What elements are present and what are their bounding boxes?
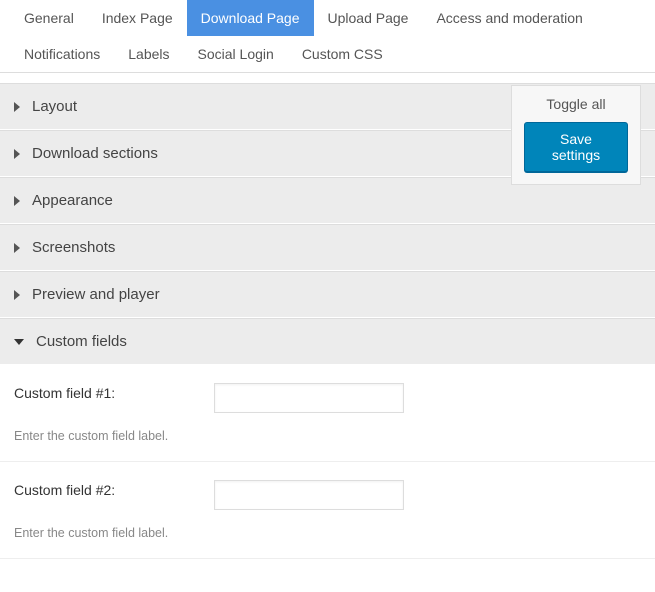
actions-panel: Toggle all Save settings — [511, 85, 641, 185]
chevron-down-icon — [14, 339, 24, 345]
accordion-title: Download sections — [32, 145, 158, 162]
chevron-right-icon — [14, 196, 20, 206]
accordion-title: Layout — [32, 98, 77, 115]
save-settings-button[interactable]: Save settings — [524, 122, 628, 172]
field-row: Custom field #1: — [0, 365, 655, 417]
custom-field-1-label: Custom field #1: — [14, 383, 214, 401]
accordion-header-preview-player[interactable]: Preview and player — [0, 272, 655, 317]
custom-fields-body: Custom field #1: Enter the custom field … — [0, 365, 655, 559]
accordion-title: Custom fields — [36, 333, 127, 350]
accordion-screenshots: Screenshots — [0, 224, 655, 271]
custom-field-2-input[interactable] — [214, 480, 404, 510]
toggle-all-link[interactable]: Toggle all — [524, 96, 628, 112]
custom-field-2-hint: Enter the custom field label. — [0, 514, 655, 559]
accordion-title: Preview and player — [32, 286, 160, 303]
tab-social-login[interactable]: Social Login — [184, 36, 288, 72]
field-input-wrap — [214, 383, 404, 413]
accordion-header-custom-fields[interactable]: Custom fields — [0, 319, 655, 364]
field-input-wrap — [214, 480, 404, 510]
tab-content: Toggle all Save settings Layout Download… — [0, 73, 655, 559]
custom-field-1-input[interactable] — [214, 383, 404, 413]
tab-custom-css[interactable]: Custom CSS — [288, 36, 397, 72]
tab-download-page[interactable]: Download Page — [187, 0, 314, 36]
accordion-preview-player: Preview and player — [0, 271, 655, 318]
tab-general[interactable]: General — [10, 0, 88, 36]
tab-index-page[interactable]: Index Page — [88, 0, 187, 36]
chevron-right-icon — [14, 149, 20, 159]
field-row: Custom field #2: — [0, 462, 655, 514]
custom-field-1-hint: Enter the custom field label. — [0, 417, 655, 462]
tab-access-moderation[interactable]: Access and moderation — [422, 0, 596, 36]
accordion-header-screenshots[interactable]: Screenshots — [0, 225, 655, 270]
tab-notifications[interactable]: Notifications — [10, 36, 114, 72]
accordion-title: Appearance — [32, 192, 113, 209]
custom-field-2-label: Custom field #2: — [14, 480, 214, 498]
chevron-right-icon — [14, 102, 20, 112]
chevron-right-icon — [14, 290, 20, 300]
tab-upload-page[interactable]: Upload Page — [314, 0, 423, 36]
tab-labels[interactable]: Labels — [114, 36, 183, 72]
accordion-custom-fields: Custom fields — [0, 318, 655, 365]
accordion-title: Screenshots — [32, 239, 115, 256]
settings-tabs: General Index Page Download Page Upload … — [0, 0, 655, 73]
chevron-right-icon — [14, 243, 20, 253]
